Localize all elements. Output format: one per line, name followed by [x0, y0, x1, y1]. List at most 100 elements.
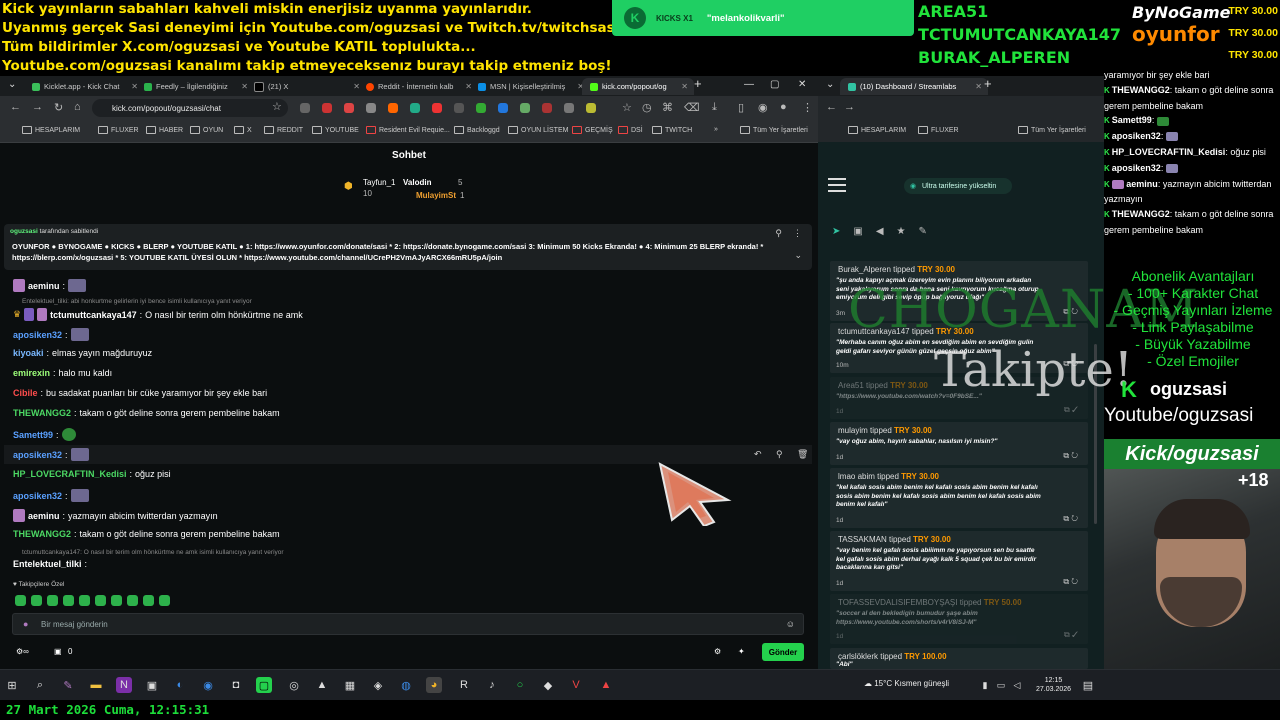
emoji-picker-icon[interactable]: ☺ [786, 619, 795, 629]
new-tab-icon[interactable]: + [984, 76, 992, 91]
extension-icon[interactable]: ✦ [738, 647, 745, 656]
tip-actions-icon[interactable]: ⧉ ↻ [1063, 451, 1078, 461]
bookmark-folder[interactable]: HABER [146, 126, 183, 134]
emote-icon[interactable] [31, 595, 42, 606]
avatar[interactable]: ● [780, 101, 787, 113]
extension-icon[interactable] [366, 103, 376, 113]
gift-icon[interactable]: ▣ [54, 647, 62, 656]
extension-icon[interactable] [300, 103, 310, 113]
tab-streamlabs[interactable]: (10) Dashboard / Streamlabs ✕ [840, 78, 988, 95]
tab-search-icon[interactable]: ⌄ [8, 79, 16, 90]
chat-message[interactable]: aposiken32: [13, 489, 89, 502]
bookmark-folder[interactable]: FLUXER [918, 126, 959, 134]
tab-kick-popout[interactable]: kick.com/popout/og ✕ [582, 78, 694, 95]
bookmark-folder[interactable]: DSİ [618, 126, 643, 134]
download-icon[interactable]: ⤓ [712, 101, 717, 114]
tip-actions-icon[interactable]: ⧉ ↻ [1063, 577, 1078, 587]
chat-message[interactable]: Entelektuel_tilki: [13, 559, 87, 569]
hamburger-menu-icon[interactable] [828, 178, 846, 196]
emote-icon[interactable] [127, 595, 138, 606]
app-icon[interactable]: ▲ [598, 677, 614, 693]
pin-icon[interactable]: ⚲ [775, 228, 782, 239]
back-icon[interactable]: ← [826, 101, 837, 113]
extension-icon[interactable] [410, 103, 420, 113]
tab-x[interactable]: (21) X ✕ [246, 78, 366, 95]
leader-name[interactable]: Valodin [403, 178, 431, 187]
send-icon[interactable]: ➤ [832, 226, 840, 237]
extension-icon[interactable] [542, 103, 552, 113]
extension-icon[interactable] [498, 103, 508, 113]
bookmark-star-icon[interactable]: ☆ [272, 100, 282, 113]
home-icon[interactable]: ⌂ [74, 101, 81, 113]
pencil-icon[interactable]: ✎ [919, 226, 927, 237]
megaphone-icon[interactable]: ◀ [876, 226, 884, 237]
extension-icon[interactable] [388, 103, 398, 113]
extension-icon[interactable] [454, 103, 464, 113]
tip-card[interactable]: lmao abim tipped TRY 30.00 "kel kafalı s… [830, 468, 1088, 528]
chat-message[interactable]: HP_LOVECRAFTIN_Kedisi: oğuz pisi [13, 469, 171, 479]
windows-start-icon[interactable]: ⊞ [4, 677, 20, 693]
app-icon[interactable]: ◈ [370, 677, 386, 693]
tab-reddit[interactable]: Reddit - İnternetin kalb ✕ [358, 78, 478, 95]
steam-icon[interactable]: ◍ [398, 677, 414, 693]
volume-icon[interactable]: ◁ [1012, 677, 1022, 693]
bookmark-link[interactable]: Backloggd [454, 126, 500, 134]
tip-actions-icon[interactable]: ⧉ ✓ [1064, 405, 1078, 415]
extension-icon[interactable] [564, 103, 574, 113]
emote-icon[interactable] [143, 595, 154, 606]
forward-icon[interactable]: → [844, 101, 855, 113]
pinned-by-user[interactable]: oguzsasi [10, 228, 38, 235]
tab-msn[interactable]: MSN | Kişiselleştirilmiş ✕ [470, 78, 590, 95]
chat-message[interactable]: kiyoaki: elmas yayın mağduruyuz [13, 348, 152, 358]
tab-close-icon[interactable]: ✕ [681, 82, 694, 91]
gift-icon[interactable]: ▣ [853, 226, 862, 237]
chat-message[interactable]: emirexin: halo mu kaldı [13, 368, 112, 378]
bookmark-folder[interactable]: HESAPLARIM [848, 126, 906, 134]
leader-name[interactable]: Tayfun_1 [363, 178, 395, 187]
bookmark-folder[interactable]: OYUN LİSTEM [508, 126, 568, 134]
tip-actions-icon[interactable]: ⧉ ↻ [1063, 514, 1078, 524]
extension-icon[interactable] [432, 103, 442, 113]
search-icon[interactable]: ⌕ [32, 677, 48, 693]
all-bookmarks[interactable]: Tüm Yer İşaretleri [740, 126, 808, 134]
pin-icon[interactable]: ⚲ [776, 449, 783, 460]
reload-icon[interactable]: ↻ [54, 101, 63, 114]
send-button[interactable]: Gönder [762, 643, 804, 661]
tip-card[interactable]: çarlslöklerk tipped TRY 100.00 "Abi" [830, 648, 1088, 669]
tab-kicklet[interactable]: Kicklet.app - Kick Chat ✕ [24, 78, 144, 95]
chat-message[interactable]: Samett99: [13, 428, 76, 441]
app-icon[interactable]: R [456, 677, 472, 693]
tab-search-icon[interactable]: ⌄ [826, 79, 834, 90]
back-icon[interactable]: ← [10, 101, 21, 113]
chrome-icon[interactable]: ◕ [426, 677, 442, 693]
emote-icon[interactable] [79, 595, 90, 606]
emote-icon[interactable] [63, 595, 74, 606]
file-explorer-icon[interactable]: ▬ [88, 677, 104, 693]
chat-message[interactable]: aposiken32: [13, 448, 89, 461]
emote-icon[interactable] [15, 595, 26, 606]
camera-icon[interactable]: ◘ [228, 677, 244, 693]
mic-icon[interactable]: ● [23, 619, 28, 629]
extension-icon[interactable] [344, 103, 354, 113]
chat-message[interactable]: aeminu: [13, 279, 87, 292]
chat-message[interactable]: Cibile: bu sadakat puanları bir cüke yara… [13, 388, 267, 398]
app-icon[interactable]: ▢ [256, 677, 272, 693]
delete-icon[interactable]: 🗑 [797, 449, 808, 460]
tray-icon[interactable]: ▮ [980, 677, 990, 693]
copilot-icon[interactable]: ✎ [60, 677, 76, 693]
chat-message[interactable]: ♛ tctumuttcankaya147: O nasıl bir terim ol… [13, 308, 303, 321]
bookmark-link[interactable]: Resident Evil Requie... [366, 126, 450, 134]
app-icon[interactable]: ◆ [540, 677, 556, 693]
bookmark-folder[interactable]: FLUXER [98, 126, 139, 134]
more-options-icon[interactable]: ⋮ [793, 228, 802, 239]
bookmark-folder[interactable]: GEÇMİŞ [572, 126, 613, 134]
bookmark-folder[interactable]: OYUN [190, 126, 223, 134]
upgrade-promo-button[interactable]: ◉ Ultra tarifesine yükseltin [904, 178, 1012, 194]
network-icon[interactable]: ▭ [996, 677, 1006, 693]
emote-icon[interactable] [159, 595, 170, 606]
extension-icon[interactable] [322, 103, 332, 113]
more-bookmarks-icon[interactable]: » [714, 126, 718, 133]
sidebar-icon[interactable]: ▯ [738, 101, 744, 114]
photos-icon[interactable]: ▣ [144, 677, 160, 693]
tip-card[interactable]: mulayim tipped TRY 30.00 "vay oğuz abim,… [830, 422, 1088, 465]
